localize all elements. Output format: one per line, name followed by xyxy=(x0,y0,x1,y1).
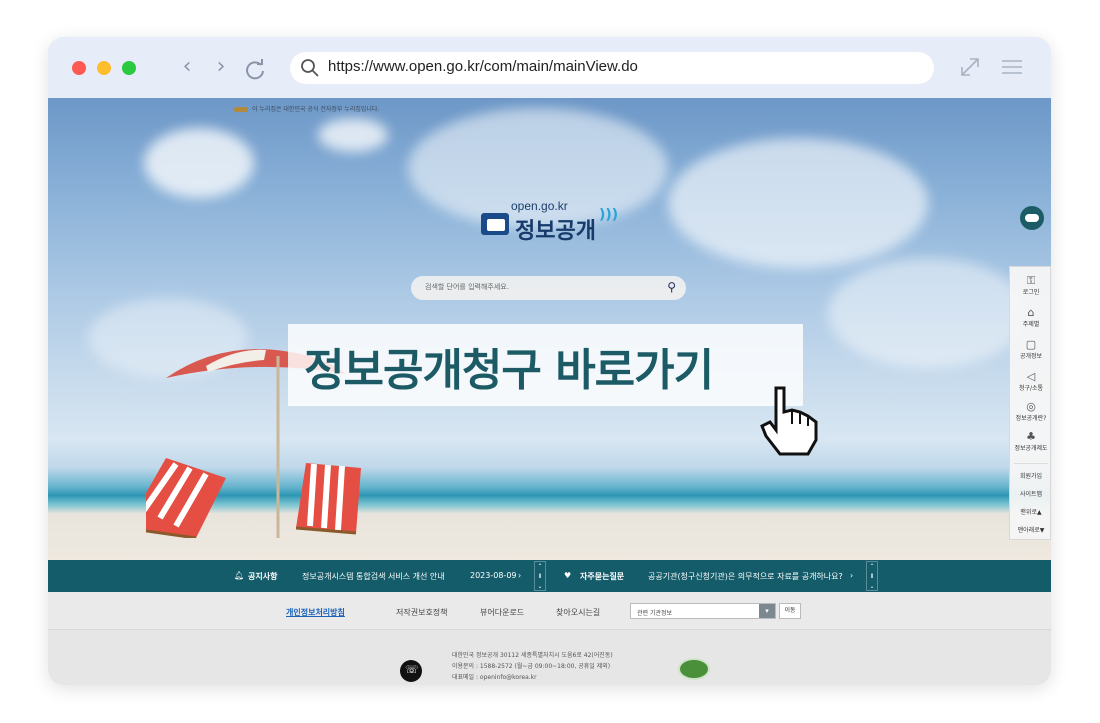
flag-icon xyxy=(234,107,248,112)
browser-window: ‹ › https://www.open.go.kr/com/main/main… xyxy=(48,37,1051,685)
sidebar-divider xyxy=(1014,463,1048,464)
copyright-policy-link[interactable]: 저작권보호정책 xyxy=(396,607,448,618)
web-accessibility-mark xyxy=(678,658,710,680)
chatbot-icon[interactable] xyxy=(1020,206,1044,230)
related-agency-select[interactable]: 관련 기관정보 ▾ xyxy=(630,603,776,619)
target-icon: ◎ xyxy=(1026,400,1036,413)
search-button[interactable]: ⚲ xyxy=(667,280,676,294)
menu-icon[interactable] xyxy=(998,53,1026,81)
viewer-download-link[interactable]: 뷰어다운로드 xyxy=(480,607,524,618)
faq-controls[interactable]: ⌃ Ⅱ ⌄ xyxy=(866,561,878,591)
faq-label: 자주묻는질문 xyxy=(580,572,625,581)
browser-toolbar: ‹ › https://www.open.go.kr/com/main/main… xyxy=(48,37,1051,98)
people-icon: ♣ xyxy=(1026,430,1036,443)
search-icon xyxy=(301,59,319,77)
sidebar-link-signup[interactable]: 회원가입 xyxy=(1010,471,1051,480)
megaphone-icon: ◁ xyxy=(1026,370,1036,383)
maximize-window-button[interactable] xyxy=(122,61,136,75)
site-logo[interactable]: open.go.kr 정보공개 ))) xyxy=(481,197,621,244)
directions-link[interactable]: 찾아오시는길 xyxy=(556,607,600,618)
lock-icon: ⚿ xyxy=(1026,274,1036,287)
sidebar-link-bottom[interactable]: 맨아래로▼ xyxy=(1010,525,1051,534)
sidebar-item-login[interactable]: ⚿ 로그인 xyxy=(1010,274,1051,297)
signal-icon: ))) xyxy=(599,207,619,223)
sidebar-item-request[interactable]: ◁ 청구/소통 xyxy=(1010,370,1051,393)
notice-controls[interactable]: ⌃ Ⅱ ⌄ xyxy=(534,561,546,591)
go-button[interactable]: 이동 xyxy=(779,603,801,619)
sidebar-link-top[interactable]: 맨위로▲ xyxy=(1010,507,1051,516)
request-shortcut-banner[interactable]: 정보공개청구 바로가기 xyxy=(288,324,803,406)
chevron-down-icon: ▾ xyxy=(759,604,775,618)
sidebar-item-about[interactable]: ◎ 정보공개란? xyxy=(1010,400,1051,423)
web-page: 이 누리집은 대한민국 공식 전자정부 누리집입니다. open.go.kr 정… xyxy=(48,98,1051,685)
sidebar-item-public-info[interactable]: ▢ 공개정보 xyxy=(1010,338,1051,361)
notice-bar: 🔔︎ 공지사항 정보공개시스템 통합검색 서비스 개선 안내 2023-08-0… xyxy=(48,560,1051,592)
search-bar[interactable]: 검색할 단어를 입력해주세요. ⚲ xyxy=(411,276,686,300)
close-window-button[interactable] xyxy=(72,61,86,75)
sidebar-item-topic[interactable]: ⌂ 주제별 xyxy=(1010,306,1051,329)
reload-icon[interactable] xyxy=(242,55,268,83)
folder-icon xyxy=(481,213,509,235)
logo-title: 정보공개 xyxy=(515,219,596,244)
notice-date: 2023-08-09 xyxy=(470,571,517,580)
faq-next-arrow[interactable]: › xyxy=(850,571,853,580)
privacy-policy-link[interactable]: 개인정보처리방침 xyxy=(286,607,345,618)
faq-text[interactable]: 공공기관(청구신청기관)은 의무적으로 자료를 공개하나요? xyxy=(648,571,843,582)
pointer-hand-icon xyxy=(760,386,818,456)
bell-icon: 🔔︎ xyxy=(234,571,245,580)
sidebar-item-system[interactable]: ♣ 정보공개제도 xyxy=(1010,430,1051,453)
quick-menu-sidebar: ⚿ 로그인 ⌂ 주제별 ▢ 공개정보 ◁ 청구/소통 ◎ 정보공개란? ♣ 정보… xyxy=(1009,266,1051,540)
gov-notice: 이 누리집은 대한민국 공식 전자정부 누리집입니다. xyxy=(234,104,379,113)
banner-text: 정보공개청구 바로가기 xyxy=(304,345,714,396)
forward-button[interactable]: › xyxy=(208,53,234,81)
address-bar[interactable]: https://www.open.go.kr/com/main/mainView… xyxy=(290,52,934,84)
footer-links: 개인정보처리방침 저작권보호정책 뷰어다운로드 찾아오시는길 관련 기관정보 ▾… xyxy=(48,592,1051,630)
heart-icon: ♥ xyxy=(564,571,572,580)
footer-email: 대표메일 : openinfo@korea.kr xyxy=(452,674,537,681)
notice-label: 공지사항 xyxy=(248,572,278,581)
bank-icon: ⌂ xyxy=(1027,306,1035,319)
document-icon: ▢ xyxy=(1025,338,1037,351)
footer-address: 대한민국 정보공개 30112 세종특별자치시 도움6로 42(어진동) xyxy=(452,652,613,659)
sidebar-link-sitemap[interactable]: 사이트맵 xyxy=(1010,489,1051,498)
search-input[interactable]: 검색할 단어를 입력해주세요. xyxy=(425,282,509,292)
footer-info: 대한민국 정보공개 30112 세종특별자치시 도움6로 42(어진동) 이용문… xyxy=(48,630,1051,685)
headset-icon xyxy=(400,660,422,682)
minimize-window-button[interactable] xyxy=(97,61,111,75)
back-button[interactable]: ‹ xyxy=(174,53,200,81)
footer-phone: 이용문의 : 1588-2572 (월~금 09:00~18:00, 공휴일 제… xyxy=(452,663,611,670)
expand-icon[interactable] xyxy=(956,53,984,81)
hero-background: 이 누리집은 대한민국 공식 전자정부 누리집입니다. open.go.kr 정… xyxy=(48,98,1051,560)
notice-next-arrow[interactable]: › xyxy=(518,571,521,580)
logo-domain: open.go.kr xyxy=(511,199,568,213)
url-text[interactable]: https://www.open.go.kr/com/main/mainView… xyxy=(328,58,638,75)
notice-text[interactable]: 정보공개시스템 통합검색 서비스 개선 안내 xyxy=(302,571,445,582)
